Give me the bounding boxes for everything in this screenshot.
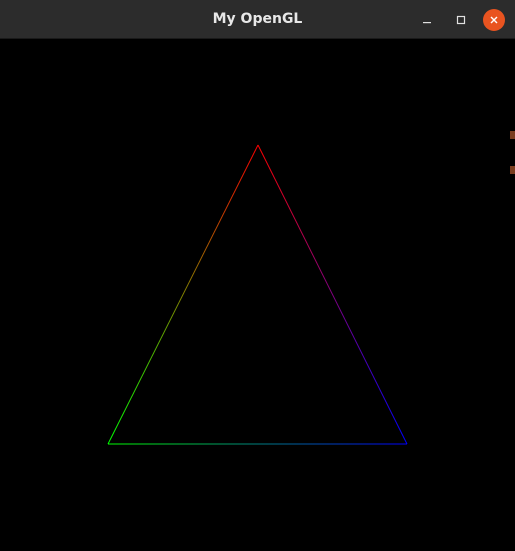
minimize-icon (423, 22, 431, 24)
close-button[interactable] (483, 9, 505, 31)
triangle-edge-right (257, 144, 408, 445)
desktop-edge-sliver (510, 166, 515, 174)
maximize-icon (456, 15, 466, 25)
opengl-canvas[interactable] (0, 39, 515, 551)
close-icon (490, 16, 498, 24)
triangle-render (107, 144, 408, 445)
minimize-button[interactable] (416, 9, 438, 31)
app-window: My OpenGL (0, 0, 515, 551)
desktop-edge-sliver (510, 131, 515, 139)
maximize-button[interactable] (450, 9, 472, 31)
title-bar[interactable]: My OpenGL (0, 0, 515, 39)
triangle-edge-left (107, 144, 259, 445)
